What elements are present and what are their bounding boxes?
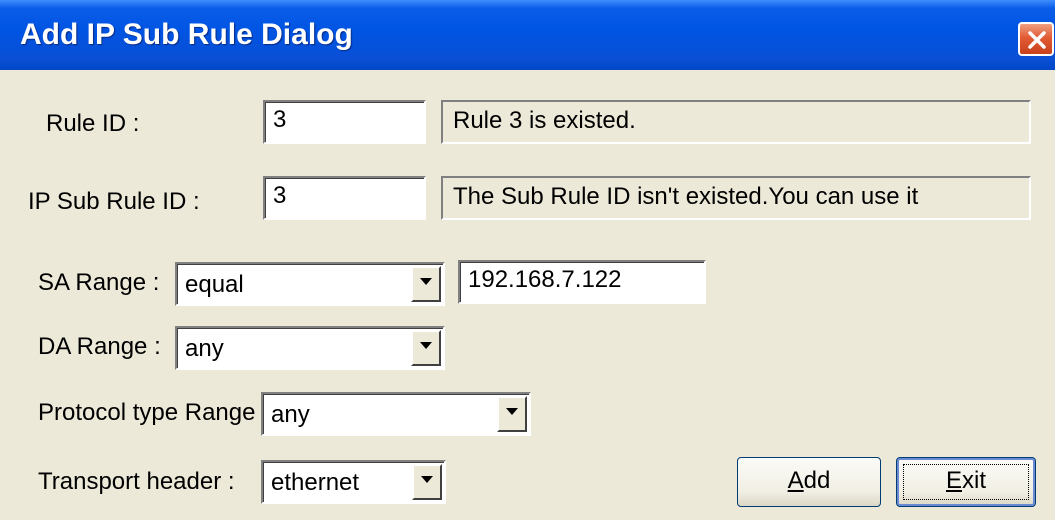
rule-id-input[interactable]: 3 [263,100,426,144]
da-range-label: DA Range : [38,333,161,360]
chevron-down-icon[interactable] [497,396,527,432]
protocol-range-select[interactable]: any [261,392,531,436]
exit-mnemonic: E [945,467,962,494]
add-label-rest: dd [803,467,831,494]
close-icon [1028,31,1046,49]
sub-rule-id-input[interactable]: 3 [263,176,426,220]
sa-range-value: equal [185,271,244,298]
dialog-body: Rule ID : 3 Rule 3 is existed. IP Sub Ru… [0,70,1055,520]
transport-header-value: ethernet [271,469,360,496]
protocol-range-value: any [271,401,310,428]
chevron-down-icon[interactable] [411,266,441,302]
add-ip-sub-rule-dialog: Add IP Sub Rule Dialog Rule ID : 3 Rule … [0,0,1055,520]
close-button[interactable] [1018,22,1054,56]
title-bar[interactable]: Add IP Sub Rule Dialog [0,0,1055,70]
sa-range-select[interactable]: equal [175,262,445,306]
window-title: Add IP Sub Rule Dialog [20,18,353,51]
transport-header-label: Transport header : [38,468,235,495]
sa-range-label: SA Range : [38,269,160,296]
da-range-value: any [185,335,224,362]
rule-id-label: Rule ID : [46,110,140,137]
chevron-down-icon[interactable] [412,464,442,500]
transport-header-select[interactable]: ethernet [261,460,446,504]
da-range-select[interactable]: any [175,326,445,370]
rule-id-status: Rule 3 is existed. [441,100,1031,144]
sub-rule-id-status: The Sub Rule ID isn't existed.You can us… [441,176,1031,220]
exit-label-rest: xit [962,467,986,494]
add-button[interactable]: Add [737,457,881,507]
add-mnemonic: A [787,467,804,494]
sa-address-input[interactable]: 192.168.7.122 [458,260,706,304]
chevron-down-icon[interactable] [411,330,441,366]
sub-rule-id-label: IP Sub Rule ID : [28,188,200,215]
protocol-range-label: Protocol type Range : [38,399,269,426]
exit-button[interactable]: Exit [896,457,1036,507]
